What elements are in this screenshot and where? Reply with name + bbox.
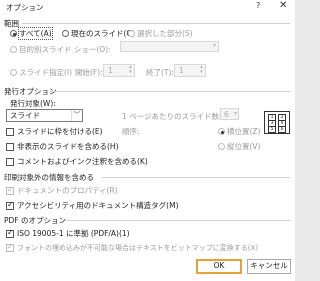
chevron-down-icon: ▾ — [212, 42, 216, 49]
iso-label: ISO 19005-1 に準拠 (PDF/A)(1) — [17, 229, 130, 238]
chevron-down-icon: ▾ — [233, 110, 237, 117]
radio-horizontal[interactable] — [218, 128, 225, 135]
customshow-select[interactable]: ▾ — [120, 41, 219, 52]
order-vertical-label: 縦位置(V) — [227, 142, 261, 151]
tags-checkbox[interactable] — [6, 200, 14, 210]
hidden-slides-option[interactable]: 非表示のスライドを含める(H) — [6, 141, 119, 152]
range-customshow-option[interactable]: 目的別スライド ショー(O): — [10, 44, 111, 55]
order-horizontal-option[interactable]: 横位置(Z) — [218, 126, 261, 137]
to-value: 1 — [179, 66, 184, 75]
tags-option[interactable]: アクセシビリティ用のドキュメント構造タグ(M) — [6, 200, 179, 211]
pdf-separator — [66, 220, 290, 221]
range-current-label: 現在のスライド(C) — [71, 29, 135, 38]
radio-vertical[interactable] — [218, 143, 225, 150]
hidden-slides-label: 非表示のスライドを含める(H) — [17, 142, 119, 151]
publish-target-label: 発行対象(W): — [10, 99, 56, 108]
range-slides-label: スライド指定(I) — [19, 68, 73, 77]
cancel-button[interactable]: キャンセル — [247, 259, 291, 274]
per-page-label: 1 ページあたりのスライド数(L): — [122, 112, 232, 121]
bitmap-option[interactable]: フォントの埋め込みが不可能な場合はテキストをビットマップに変換する(X) — [6, 242, 259, 253]
iso-option[interactable]: ISO 19005-1 に準拠 (PDF/A)(1) — [6, 228, 130, 239]
bitmap-checkbox[interactable] — [6, 242, 14, 252]
options-dialog: オプション ? ✕ 範囲 すべて(A) 現在のスライド(C) 選択した部分(S)… — [0, 0, 295, 281]
range-customshow-label: 目的別スライド ショー(O): — [19, 45, 111, 54]
range-selection-option[interactable]: 選択した部分(S) — [128, 28, 193, 39]
range-slides-option[interactable]: スライド指定(I) — [10, 67, 72, 78]
per-page-select[interactable]: 6 ▾ — [220, 108, 239, 120]
order-label: 順序: — [122, 127, 140, 136]
to-spinner[interactable]: ▴ ▾ — [198, 65, 205, 76]
bitmap-label: フォントの埋め込みが不可能な場合はテキストをビットマップに変換する(X) — [17, 244, 259, 252]
docprops-checkbox[interactable] — [6, 185, 14, 195]
docprops-label: ドキュメントのプロパティ(R) — [17, 186, 118, 195]
from-label: 開始(F): — [75, 68, 103, 77]
from-input[interactable]: 1 ▴ ▾ — [103, 64, 135, 77]
radio-all[interactable] — [10, 30, 17, 37]
hidden-slides-checkbox[interactable] — [6, 142, 14, 151]
range-separator — [22, 23, 290, 24]
chevron-down-icon: ﹀ — [71, 110, 82, 121]
comments-label: コメントおよびインク注釈を含める(K) — [17, 157, 148, 166]
radio-selection[interactable] — [128, 30, 135, 37]
radio-slides[interactable] — [10, 69, 17, 76]
range-selection-label: 選択した部分(S) — [137, 29, 193, 38]
to-label: 終了(T): — [146, 68, 174, 77]
dialog-title: オプション — [6, 3, 44, 12]
frame-slides-label: スライドに枠を付ける(E) — [17, 127, 103, 136]
radio-customshow[interactable] — [10, 46, 17, 53]
iso-checkbox[interactable] — [6, 228, 14, 238]
range-all-label: すべて(A) — [18, 27, 53, 40]
order-horizontal-label: 横位置(Z) — [227, 127, 261, 136]
publish-section-label: 発行オプション — [4, 87, 57, 96]
publish-separator — [50, 91, 290, 92]
per-page-value: 6 — [224, 110, 229, 119]
range-all-option[interactable]: すべて(A) — [10, 27, 53, 40]
pdf-section-label: PDF のオプション — [4, 216, 66, 225]
comments-option[interactable]: コメントおよびインク注釈を含める(K) — [6, 156, 148, 167]
order-preview-icon: 1 2 3 4 5 6 — [264, 111, 290, 134]
from-value: 1 — [108, 66, 113, 75]
publish-target-select[interactable]: スライド ﹀ — [6, 109, 83, 122]
order-cell: 5 — [268, 126, 276, 133]
radio-current[interactable] — [62, 30, 69, 37]
range-current-option[interactable]: 現在のスライド(C) — [62, 28, 135, 39]
frame-slides-checkbox[interactable] — [6, 127, 14, 136]
order-vertical-option[interactable]: 縦位置(V) — [218, 141, 260, 152]
docprops-option[interactable]: ドキュメントのプロパティ(R) — [6, 185, 118, 196]
ok-button[interactable]: OK — [196, 259, 242, 274]
comments-checkbox[interactable] — [6, 157, 14, 166]
to-input[interactable]: 1 ▴ ▾ — [174, 64, 206, 77]
title-bar: オプション ? ✕ — [0, 0, 295, 14]
close-button[interactable]: ✕ — [279, 0, 287, 11]
publish-target-value: スライド — [10, 111, 40, 120]
order-cell: 6 — [278, 126, 286, 133]
nonprint-section-label: 印刷対象外の情報を含める — [4, 173, 94, 182]
from-spinner[interactable]: ▴ ▾ — [127, 65, 134, 76]
frame-slides-option[interactable]: スライドに枠を付ける(E) — [6, 126, 103, 137]
help-button[interactable]: ? — [256, 1, 260, 10]
tags-label: アクセシビリティ用のドキュメント構造タグ(M) — [17, 201, 179, 210]
nonprint-separator — [102, 177, 290, 178]
